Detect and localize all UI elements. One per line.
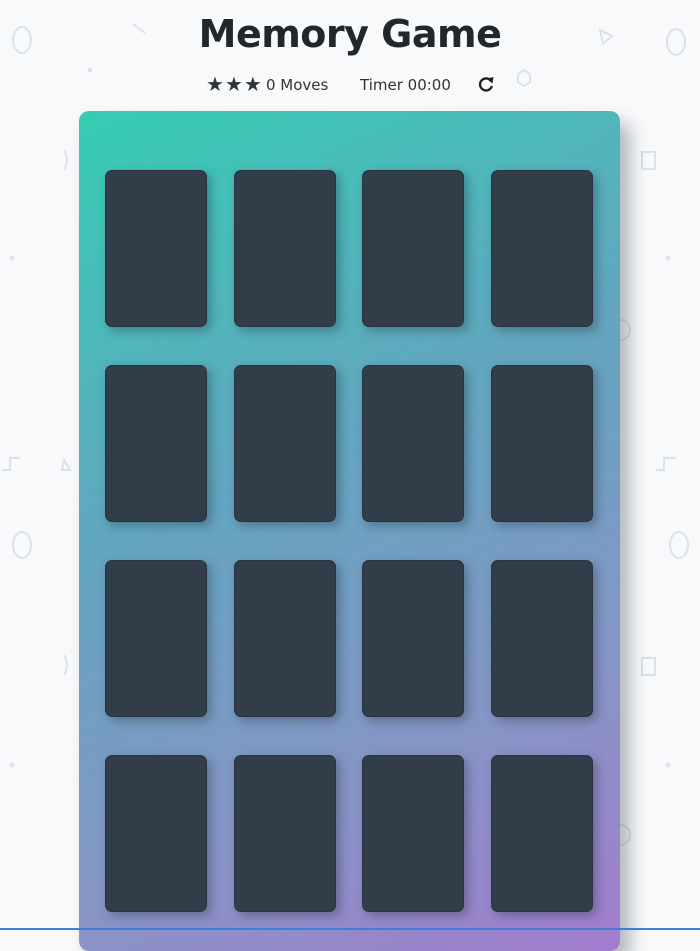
card[interactable] <box>362 365 464 522</box>
card[interactable] <box>362 755 464 912</box>
card[interactable] <box>234 755 336 912</box>
star-rating: ★ ★ ★ <box>206 72 262 96</box>
restart-icon <box>478 77 494 92</box>
card[interactable] <box>234 170 336 327</box>
timer: Timer 00:00 <box>360 76 451 94</box>
card[interactable] <box>234 560 336 717</box>
score-panel: ★ ★ ★ 0 Moves Timer 00:00 <box>0 72 700 98</box>
star-icon: ★ <box>224 72 243 96</box>
card[interactable] <box>105 170 207 327</box>
window-bottom-border <box>0 928 700 930</box>
card[interactable] <box>491 560 593 717</box>
card[interactable] <box>105 560 207 717</box>
card[interactable] <box>362 560 464 717</box>
page-title: Memory Game <box>198 12 502 56</box>
card[interactable] <box>234 365 336 522</box>
star-icon: ★ <box>243 72 262 96</box>
card[interactable] <box>105 365 207 522</box>
card-deck <box>79 111 620 951</box>
card[interactable] <box>491 170 593 327</box>
card[interactable] <box>362 170 464 327</box>
card[interactable] <box>105 755 207 912</box>
restart-button[interactable] <box>476 72 496 96</box>
moves-counter: 0 Moves <box>266 76 329 94</box>
card[interactable] <box>491 755 593 912</box>
star-icon: ★ <box>206 72 224 96</box>
card[interactable] <box>491 365 593 522</box>
